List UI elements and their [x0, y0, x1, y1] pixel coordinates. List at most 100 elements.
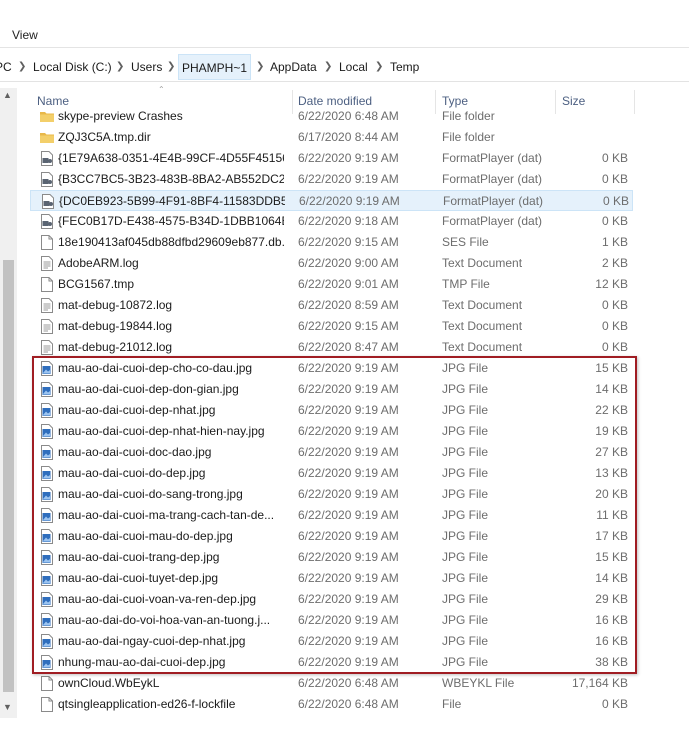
file-date-modified: 6/22/2020 9:19 AM — [298, 361, 399, 375]
file-row[interactable]: 18e190413af045db88dfbd29609eb877.db.... 6… — [30, 232, 633, 253]
generic-file-icon — [40, 235, 54, 250]
file-date-modified: 6/22/2020 9:19 AM — [298, 487, 399, 501]
file-size: 20 KB — [595, 487, 628, 501]
file-row[interactable]: mau-ao-dai-cuoi-do-dep.jpg 6/22/2020 9:19… — [30, 463, 633, 484]
file-name: mat-debug-10872.log — [58, 298, 173, 312]
breadcrumb[interactable]: PC ❯ Local Disk (C:) ❯ Users ❯ PHAMPH~1 … — [0, 53, 689, 82]
breadcrumb-item-appdata[interactable]: AppData — [270, 53, 317, 81]
breadcrumb-item-local-disk[interactable]: Local Disk (C:) — [33, 53, 112, 81]
file-type: FormatPlayer (dat) — [442, 172, 543, 186]
file-name: mau-ao-dai-cuoi-trang-dep.jpg — [58, 550, 220, 564]
breadcrumb-item-pc[interactable]: PC — [0, 53, 12, 81]
image-file-icon — [40, 655, 54, 670]
file-date-modified: 6/22/2020 9:19 AM — [298, 403, 399, 417]
file-row[interactable]: BCG1567.tmp 6/22/2020 9:01 AM TMP File 12 K… — [30, 274, 633, 295]
file-date-modified: 6/22/2020 9:01 AM — [298, 277, 399, 291]
chevron-right-icon[interactable]: ❯ — [324, 53, 332, 81]
file-size: 16 KB — [595, 634, 628, 648]
scrollbar-thumb[interactable] — [3, 260, 14, 692]
file-name: mau-ao-dai-cuoi-dep-nhat-hien-nay.jpg — [58, 424, 265, 438]
tab-view[interactable]: View — [12, 28, 38, 42]
text-file-icon — [40, 319, 54, 334]
file-row[interactable]: mau-ao-dai-cuoi-do-sang-trong.jpg 6/22/20… — [30, 484, 633, 505]
file-size: 15 KB — [595, 550, 628, 564]
file-row[interactable]: mau-ao-dai-cuoi-dep-don-gian.jpg 6/22/202… — [30, 379, 633, 400]
file-size: 17 KB — [595, 529, 628, 543]
ribbon: View — [0, 0, 689, 48]
scroll-down-arrow-icon[interactable]: ▼ — [3, 702, 12, 712]
text-file-icon — [40, 340, 54, 355]
file-row[interactable]: mau-ao-dai-cuoi-mau-do-dep.jpg 6/22/2020 … — [30, 526, 633, 547]
file-row[interactable]: mat-debug-10872.log 6/22/2020 8:59 AM Text… — [30, 295, 633, 316]
chevron-right-icon[interactable]: ❯ — [18, 53, 26, 81]
breadcrumb-item-user-folder[interactable]: PHAMPH~1 — [178, 54, 252, 80]
dat-file-icon — [41, 194, 55, 209]
file-type: JPG File — [442, 592, 489, 606]
file-type: Text Document — [442, 298, 523, 312]
image-file-icon — [40, 529, 54, 544]
file-row[interactable]: mau-ao-dai-ngay-cuoi-dep-nhat.jpg 6/22/20… — [30, 631, 633, 652]
vertical-scrollbar[interactable]: ▲ ▼ — [0, 88, 17, 718]
chevron-right-icon[interactable]: ❯ — [256, 53, 264, 81]
file-row[interactable]: mau-ao-dai-do-voi-hoa-van-an-tuong.j... 6… — [30, 610, 633, 631]
file-date-modified: 6/22/2020 9:19 AM — [298, 529, 399, 543]
file-row[interactable]: ownCloud.WbEykL 6/22/2020 6:48 AM WBEYKL F… — [30, 673, 633, 694]
file-row[interactable]: mat-debug-19844.log 6/22/2020 9:15 AM Text… — [30, 316, 633, 337]
file-size: 17,164 KB — [571, 676, 628, 690]
file-size: 0 KB — [601, 214, 628, 228]
file-type: WBEYKL File — [442, 676, 515, 690]
file-date-modified: 6/22/2020 9:19 AM — [298, 445, 399, 459]
file-row[interactable]: {1E79A638-0351-4E4B-99CF-4D55F451561... 6… — [30, 148, 633, 169]
file-size: 11 KB — [596, 508, 628, 522]
generic-file-icon — [40, 676, 54, 691]
file-row[interactable]: mau-ao-dai-cuoi-dep-nhat.jpg 6/22/2020 9:… — [30, 400, 633, 421]
file-type: JPG File — [442, 403, 489, 417]
file-type: File — [442, 697, 462, 711]
file-row[interactable]: mau-ao-dai-cuoi-doc-dao.jpg 6/22/2020 9:1… — [30, 442, 633, 463]
breadcrumb-item-local[interactable]: Local — [339, 53, 368, 81]
folder-row[interactable]: skype-preview Crashes 6/22/2020 6:48 AM Fi… — [30, 106, 633, 127]
file-row[interactable]: mat-debug-21012.log 6/22/2020 8:47 AM Text… — [30, 337, 633, 358]
file-size: 38 KB — [595, 655, 628, 669]
file-row[interactable]: mau-ao-dai-cuoi-dep-cho-co-dau.jpg 6/22/2… — [30, 358, 633, 379]
file-type: JPG File — [442, 508, 489, 522]
file-date-modified: 6/22/2020 9:19 AM — [298, 424, 399, 438]
file-name: ZQJ3C5A.tmp.dir — [58, 130, 151, 144]
image-file-icon — [40, 466, 54, 481]
file-row[interactable]: mau-ao-dai-cuoi-tuyet-dep.jpg 6/22/2020 9… — [30, 568, 633, 589]
file-row[interactable]: mau-ao-dai-cuoi-ma-trang-cach-tan-de... 6… — [30, 505, 633, 526]
file-type: JPG File — [442, 445, 489, 459]
file-row[interactable]: {B3CC7BC5-3B23-483B-8BA2-AB552DC2... 6/22… — [30, 169, 633, 190]
breadcrumb-item-users[interactable]: Users — [131, 53, 162, 81]
file-date-modified: 6/22/2020 9:18 AM — [298, 214, 399, 228]
file-name: mat-debug-21012.log — [58, 340, 173, 354]
folder-icon — [40, 109, 54, 124]
chevron-right-icon[interactable]: ❯ — [116, 53, 124, 81]
image-file-icon — [40, 403, 54, 418]
file-row[interactable]: {FEC0B17D-E438-4575-B34D-1DBB1064E... 6/2… — [30, 211, 633, 232]
breadcrumb-item-temp[interactable]: Temp — [390, 53, 419, 81]
file-size: 22 KB — [595, 403, 628, 417]
file-row[interactable]: AdobeARM.log 6/22/2020 9:00 AM Text Docume… — [30, 253, 633, 274]
image-file-icon — [40, 613, 54, 628]
file-type: Text Document — [442, 319, 523, 333]
file-row[interactable]: mau-ao-dai-cuoi-voan-va-ren-dep.jpg 6/22/… — [30, 589, 633, 610]
file-date-modified: 6/22/2020 8:59 AM — [298, 298, 399, 312]
file-size: 2 KB — [601, 256, 628, 270]
chevron-right-icon[interactable]: ❯ — [375, 53, 383, 81]
file-row[interactable]: nhung-mau-ao-dai-cuoi-dep.jpg 6/22/2020 9… — [30, 652, 633, 673]
file-list: skype-preview Crashes 6/22/2020 6:48 AM Fi… — [30, 104, 689, 718]
folder-row[interactable]: ZQJ3C5A.tmp.dir 6/17/2020 8:44 AM File fol… — [30, 127, 633, 148]
file-row[interactable]: qtsingleapplication-ed26-f-lockfile 6/22/… — [30, 694, 633, 715]
file-date-modified: 6/22/2020 9:00 AM — [298, 256, 399, 270]
scroll-up-arrow-icon[interactable]: ▲ — [3, 90, 12, 100]
ribbon-divider — [0, 47, 689, 48]
chevron-right-icon[interactable]: ❯ — [167, 53, 175, 81]
file-row[interactable]: mau-ao-dai-cuoi-trang-dep.jpg 6/22/2020 9… — [30, 547, 633, 568]
file-size: 0 KB — [601, 172, 628, 186]
file-size — [550, 106, 628, 127]
file-row[interactable]: mau-ao-dai-cuoi-dep-nhat-hien-nay.jpg 6/2… — [30, 421, 633, 442]
file-date-modified: 6/22/2020 9:19 AM — [298, 655, 399, 669]
image-file-icon — [40, 508, 54, 523]
file-row[interactable]: {DC0EB923-5B99-4F91-8BF4-11583DDB5... 6/2… — [30, 190, 633, 211]
